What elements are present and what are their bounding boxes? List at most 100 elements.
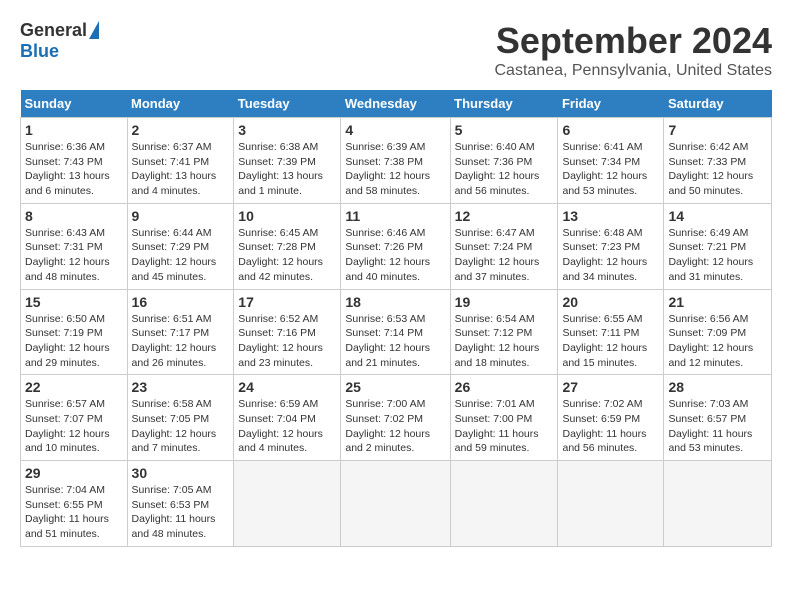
- daylight-label: Daylight: 11 hours and 56 minutes.: [562, 428, 646, 455]
- day-number: 23: [132, 379, 230, 395]
- sunset-label: Sunset: 6:59 PM: [562, 413, 640, 425]
- day-info: Sunrise: 6:57 AM Sunset: 7:07 PM Dayligh…: [25, 397, 123, 456]
- day-info: Sunrise: 6:45 AM Sunset: 7:28 PM Dayligh…: [238, 226, 336, 285]
- calendar-day-6: 6 Sunrise: 6:41 AM Sunset: 7:34 PM Dayli…: [558, 118, 664, 204]
- sunrise-label: Sunrise: 6:53 AM: [345, 313, 425, 325]
- sunrise-label: Sunrise: 6:45 AM: [238, 227, 318, 239]
- sunset-label: Sunset: 7:36 PM: [455, 156, 533, 168]
- day-info: Sunrise: 6:36 AM Sunset: 7:43 PM Dayligh…: [25, 140, 123, 199]
- day-number: 21: [668, 294, 767, 310]
- day-info: Sunrise: 6:43 AM Sunset: 7:31 PM Dayligh…: [25, 226, 123, 285]
- logo: General Blue: [20, 20, 99, 62]
- sunset-label: Sunset: 7:00 PM: [455, 413, 533, 425]
- sunset-label: Sunset: 7:16 PM: [238, 327, 316, 339]
- day-number: 24: [238, 379, 336, 395]
- calendar-day-11: 11 Sunrise: 6:46 AM Sunset: 7:26 PM Dayl…: [341, 203, 450, 289]
- daylight-label: Daylight: 12 hours and 23 minutes.: [238, 342, 323, 369]
- day-number: 26: [455, 379, 554, 395]
- sunset-label: Sunset: 7:17 PM: [132, 327, 210, 339]
- calendar-day-24: 24 Sunrise: 6:59 AM Sunset: 7:04 PM Dayl…: [234, 375, 341, 461]
- sunset-label: Sunset: 7:19 PM: [25, 327, 103, 339]
- day-info: Sunrise: 7:03 AM Sunset: 6:57 PM Dayligh…: [668, 397, 767, 456]
- calendar-header-row: Sunday Monday Tuesday Wednesday Thursday…: [21, 90, 772, 118]
- day-number: 2: [132, 122, 230, 138]
- calendar-day-8: 8 Sunrise: 6:43 AM Sunset: 7:31 PM Dayli…: [21, 203, 128, 289]
- day-number: 27: [562, 379, 659, 395]
- sunrise-label: Sunrise: 7:05 AM: [132, 484, 212, 496]
- calendar-day-25: 25 Sunrise: 7:00 AM Sunset: 7:02 PM Dayl…: [341, 375, 450, 461]
- sunrise-label: Sunrise: 6:39 AM: [345, 141, 425, 153]
- daylight-label: Daylight: 12 hours and 26 minutes.: [132, 342, 217, 369]
- calendar-week-4: 22 Sunrise: 6:57 AM Sunset: 7:07 PM Dayl…: [21, 375, 772, 461]
- day-info: Sunrise: 7:02 AM Sunset: 6:59 PM Dayligh…: [562, 397, 659, 456]
- calendar-day-7: 7 Sunrise: 6:42 AM Sunset: 7:33 PM Dayli…: [664, 118, 772, 204]
- calendar-empty-cell: [450, 461, 558, 547]
- sunrise-label: Sunrise: 6:54 AM: [455, 313, 535, 325]
- calendar-day-4: 4 Sunrise: 6:39 AM Sunset: 7:38 PM Dayli…: [341, 118, 450, 204]
- day-info: Sunrise: 7:05 AM Sunset: 6:53 PM Dayligh…: [132, 483, 230, 542]
- logo-blue-text: Blue: [20, 41, 59, 62]
- daylight-label: Daylight: 12 hours and 4 minutes.: [238, 428, 323, 455]
- day-info: Sunrise: 6:56 AM Sunset: 7:09 PM Dayligh…: [668, 312, 767, 371]
- daylight-label: Daylight: 12 hours and 2 minutes.: [345, 428, 430, 455]
- calendar-day-23: 23 Sunrise: 6:58 AM Sunset: 7:05 PM Dayl…: [127, 375, 234, 461]
- daylight-label: Daylight: 12 hours and 40 minutes.: [345, 256, 430, 283]
- day-number: 14: [668, 208, 767, 224]
- day-number: 28: [668, 379, 767, 395]
- day-info: Sunrise: 6:47 AM Sunset: 7:24 PM Dayligh…: [455, 226, 554, 285]
- calendar-day-15: 15 Sunrise: 6:50 AM Sunset: 7:19 PM Dayl…: [21, 289, 128, 375]
- day-number: 11: [345, 208, 445, 224]
- sunset-label: Sunset: 7:07 PM: [25, 413, 103, 425]
- day-number: 25: [345, 379, 445, 395]
- day-number: 10: [238, 208, 336, 224]
- sunset-label: Sunset: 7:23 PM: [562, 241, 640, 253]
- day-number: 4: [345, 122, 445, 138]
- day-info: Sunrise: 6:44 AM Sunset: 7:29 PM Dayligh…: [132, 226, 230, 285]
- sunrise-label: Sunrise: 6:37 AM: [132, 141, 212, 153]
- title-section: September 2024 Castanea, Pennsylvania, U…: [495, 20, 773, 80]
- sunset-label: Sunset: 7:04 PM: [238, 413, 316, 425]
- calendar-empty-cell: [234, 461, 341, 547]
- day-info: Sunrise: 6:59 AM Sunset: 7:04 PM Dayligh…: [238, 397, 336, 456]
- day-info: Sunrise: 6:52 AM Sunset: 7:16 PM Dayligh…: [238, 312, 336, 371]
- day-info: Sunrise: 6:39 AM Sunset: 7:38 PM Dayligh…: [345, 140, 445, 199]
- calendar-empty-cell: [664, 461, 772, 547]
- day-info: Sunrise: 6:58 AM Sunset: 7:05 PM Dayligh…: [132, 397, 230, 456]
- day-number: 19: [455, 294, 554, 310]
- daylight-label: Daylight: 12 hours and 58 minutes.: [345, 170, 430, 197]
- daylight-label: Daylight: 13 hours and 4 minutes.: [132, 170, 217, 197]
- sunset-label: Sunset: 7:31 PM: [25, 241, 103, 253]
- calendar-week-1: 1 Sunrise: 6:36 AM Sunset: 7:43 PM Dayli…: [21, 118, 772, 204]
- calendar-day-22: 22 Sunrise: 6:57 AM Sunset: 7:07 PM Dayl…: [21, 375, 128, 461]
- daylight-label: Daylight: 13 hours and 6 minutes.: [25, 170, 110, 197]
- sunrise-label: Sunrise: 6:46 AM: [345, 227, 425, 239]
- day-info: Sunrise: 6:41 AM Sunset: 7:34 PM Dayligh…: [562, 140, 659, 199]
- daylight-label: Daylight: 12 hours and 48 minutes.: [25, 256, 110, 283]
- calendar-day-20: 20 Sunrise: 6:55 AM Sunset: 7:11 PM Dayl…: [558, 289, 664, 375]
- day-info: Sunrise: 7:01 AM Sunset: 7:00 PM Dayligh…: [455, 397, 554, 456]
- sunrise-label: Sunrise: 6:41 AM: [562, 141, 642, 153]
- calendar-day-29: 29 Sunrise: 7:04 AM Sunset: 6:55 PM Dayl…: [21, 461, 128, 547]
- calendar-day-28: 28 Sunrise: 7:03 AM Sunset: 6:57 PM Dayl…: [664, 375, 772, 461]
- day-number: 16: [132, 294, 230, 310]
- sunrise-label: Sunrise: 7:03 AM: [668, 398, 748, 410]
- sunrise-label: Sunrise: 6:59 AM: [238, 398, 318, 410]
- calendar-empty-cell: [341, 461, 450, 547]
- sunrise-label: Sunrise: 7:02 AM: [562, 398, 642, 410]
- daylight-label: Daylight: 12 hours and 42 minutes.: [238, 256, 323, 283]
- sunset-label: Sunset: 7:38 PM: [345, 156, 423, 168]
- day-info: Sunrise: 6:46 AM Sunset: 7:26 PM Dayligh…: [345, 226, 445, 285]
- day-info: Sunrise: 6:55 AM Sunset: 7:11 PM Dayligh…: [562, 312, 659, 371]
- sunset-label: Sunset: 7:41 PM: [132, 156, 210, 168]
- sunset-label: Sunset: 7:09 PM: [668, 327, 746, 339]
- day-number: 30: [132, 465, 230, 481]
- day-number: 13: [562, 208, 659, 224]
- daylight-label: Daylight: 13 hours and 1 minute.: [238, 170, 323, 197]
- sunset-label: Sunset: 7:29 PM: [132, 241, 210, 253]
- sunrise-label: Sunrise: 6:55 AM: [562, 313, 642, 325]
- daylight-label: Daylight: 12 hours and 34 minutes.: [562, 256, 647, 283]
- day-info: Sunrise: 6:50 AM Sunset: 7:19 PM Dayligh…: [25, 312, 123, 371]
- calendar-empty-cell: [558, 461, 664, 547]
- day-info: Sunrise: 7:00 AM Sunset: 7:02 PM Dayligh…: [345, 397, 445, 456]
- sunset-label: Sunset: 7:43 PM: [25, 156, 103, 168]
